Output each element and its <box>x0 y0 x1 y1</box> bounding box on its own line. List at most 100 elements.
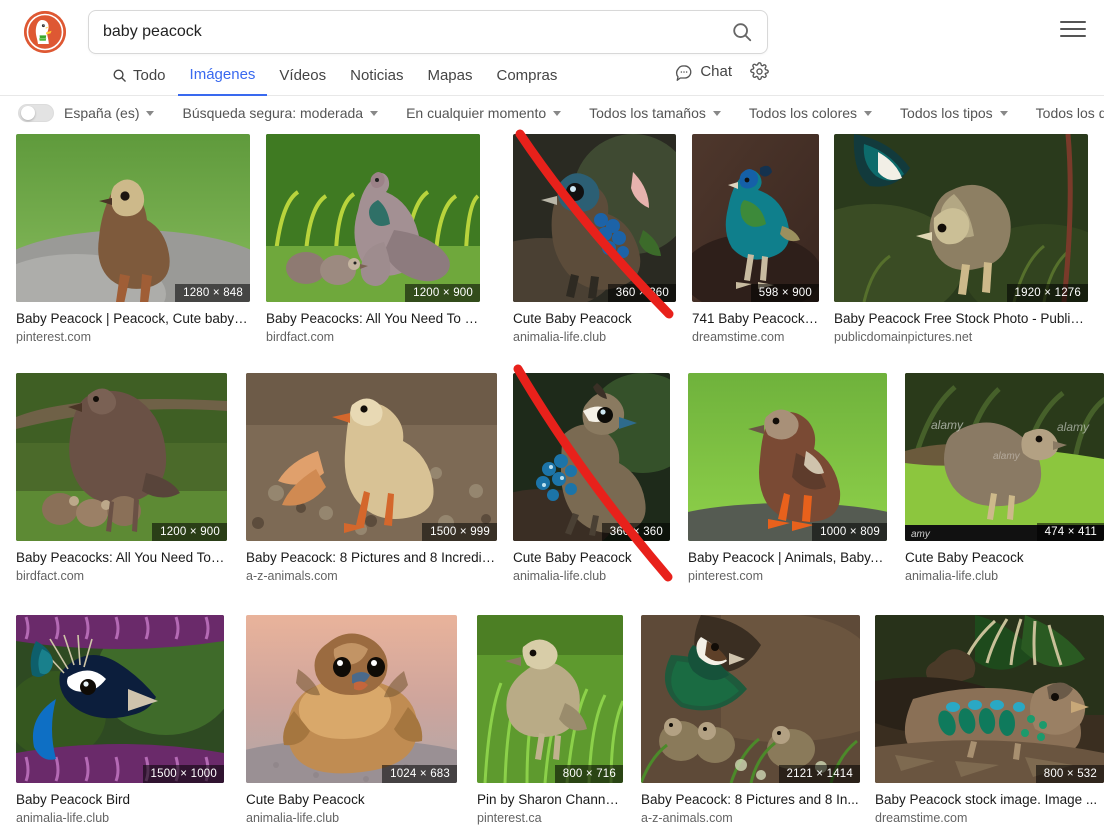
image-result-tile[interactable]: 800 × 716 Pin by Sharon Channel... pinte… <box>477 615 623 826</box>
image-dimensions: 1200 × 900 <box>152 523 227 541</box>
tab-mapas[interactable]: Mapas <box>415 61 484 95</box>
result-domain: dreamstime.com <box>875 810 1104 826</box>
search-input[interactable] <box>89 11 717 53</box>
search-bar[interactable] <box>88 10 768 54</box>
result-title[interactable]: Baby Peacocks: All You Need To K... <box>16 549 227 566</box>
tab-todo[interactable]: Todo <box>100 61 178 95</box>
filter-size[interactable]: Todos los tamaños <box>589 105 721 121</box>
thumbnail-art <box>16 615 224 783</box>
result-title[interactable]: Baby Peacock: 8 Pictures and 8 Incredib.… <box>246 549 497 566</box>
filter-bar: España (es) Búsqueda segura: moderada En… <box>0 96 1104 130</box>
result-title[interactable]: Baby Peacock Free Stock Photo - Public .… <box>834 310 1088 327</box>
image-result-tile[interactable]: 1200 × 900 Baby Peacocks: All You Need T… <box>266 134 480 345</box>
result-domain: animalia-life.club <box>246 810 457 826</box>
thumbnail-art <box>477 615 623 783</box>
chevron-down-icon <box>370 111 378 116</box>
image-result-tile[interactable]: 1920 × 1276 Baby Peacock Free Stock Phot… <box>834 134 1088 345</box>
result-domain: pinterest.com <box>688 568 887 584</box>
image-result-tile[interactable]: 2121 × 1414 Baby Peacock: 8 Pictures and… <box>641 615 860 826</box>
hamburger-menu-icon[interactable] <box>1060 18 1086 40</box>
result-title[interactable]: Baby Peacock Bird <box>16 791 224 808</box>
thumbnail-art <box>875 615 1104 783</box>
result-thumbnail[interactable]: 800 × 532 <box>875 615 1104 783</box>
result-title[interactable]: Baby Peacock: 8 Pictures and 8 In... <box>641 791 860 808</box>
result-thumbnail[interactable]: 360 × 360 <box>513 134 676 302</box>
result-title[interactable]: Cute Baby Peacock <box>246 791 457 808</box>
result-domain: a-z-animals.com <box>641 810 860 826</box>
thumbnail-art <box>16 373 227 541</box>
result-title[interactable]: Baby Peacock stock image. Image ... <box>875 791 1104 808</box>
tab-videos[interactable]: Vídeos <box>267 61 338 95</box>
image-result-tile[interactable]: 1500 × 999 Baby Peacock: 8 Pictures and … <box>246 373 497 584</box>
result-thumbnail[interactable]: 1920 × 1276 <box>834 134 1088 302</box>
image-dimensions: 1500 × 999 <box>422 523 497 541</box>
image-result-tile[interactable]: 1500 × 1000 Baby Peacock Bird animalia-l… <box>16 615 224 826</box>
result-title[interactable]: Baby Peacock | Animals, Baby, ... <box>688 549 887 566</box>
image-dimensions: 800 × 716 <box>555 765 623 783</box>
duckduckgo-logo[interactable] <box>24 11 66 53</box>
filter-safesearch[interactable]: Búsqueda segura: moderada <box>182 105 378 121</box>
image-result-tile[interactable]: 1280 × 848 Baby Peacock | Peacock, Cute … <box>16 134 250 345</box>
filter-layout[interactable]: Todos los d <box>1036 105 1104 121</box>
filter-type[interactable]: Todos los tipos <box>900 105 1008 121</box>
result-thumbnail[interactable]: 1280 × 848 <box>16 134 250 302</box>
image-dimensions: 1000 × 809 <box>812 523 887 541</box>
image-result-tile[interactable]: alamy alamy alamy amy 474 × 411 Cute Bab… <box>905 373 1104 584</box>
chevron-down-icon <box>146 111 154 116</box>
tab-noticias[interactable]: Noticias <box>338 61 415 95</box>
filter-time[interactable]: En cualquier momento <box>406 105 561 121</box>
tab-imagenes[interactable]: Imágenes <box>178 60 268 96</box>
filter-label: Todos los colores <box>749 105 857 121</box>
image-result-tile[interactable]: 800 × 532 Baby Peacock stock image. Imag… <box>875 615 1104 826</box>
result-thumbnail[interactable]: 360 × 360 <box>513 373 670 541</box>
chat-button[interactable]: Chat <box>675 63 732 81</box>
chevron-down-icon <box>553 111 561 116</box>
image-result-tile[interactable]: 1200 × 900 Baby Peacocks: All You Need T… <box>16 373 227 584</box>
result-thumbnail[interactable]: 598 × 900 <box>692 134 819 302</box>
settings-button[interactable] <box>750 62 769 81</box>
image-result-tile[interactable]: 598 × 900 741 Baby Peacock ... dreamstim… <box>692 134 819 345</box>
result-title[interactable]: Pin by Sharon Channel... <box>477 791 623 808</box>
result-title[interactable]: Cute Baby Peacock <box>905 549 1104 566</box>
result-title[interactable]: Baby Peacock | Peacock, Cute baby a... <box>16 310 250 327</box>
filter-label: Todos los d <box>1036 105 1104 121</box>
search-button[interactable] <box>717 11 767 53</box>
filter-color[interactable]: Todos los colores <box>749 105 872 121</box>
results-row: 1200 × 900 Baby Peacocks: All You Need T… <box>0 370 1104 610</box>
result-thumbnail[interactable]: 1000 × 809 <box>688 373 887 541</box>
image-result-tile[interactable]: 1000 × 809 Baby Peacock | Animals, Baby,… <box>688 373 887 584</box>
image-dimensions: 1920 × 1276 <box>1007 284 1088 302</box>
result-thumbnail[interactable]: 1200 × 900 <box>16 373 227 541</box>
result-thumbnail[interactable]: 1200 × 900 <box>266 134 480 302</box>
result-title[interactable]: 741 Baby Peacock ... <box>692 310 819 327</box>
result-title[interactable]: Baby Peacocks: All You Need To Kn... <box>266 310 480 327</box>
image-result-tile[interactable]: 360 × 360 Cute Baby Peacock animalia-lif… <box>513 373 670 584</box>
result-thumbnail[interactable]: 1024 × 683 <box>246 615 457 783</box>
result-thumbnail[interactable]: alamy alamy alamy amy 474 × 411 <box>905 373 1104 541</box>
result-domain: pinterest.com <box>16 329 250 345</box>
result-title[interactable]: Cute Baby Peacock <box>513 310 676 327</box>
image-result-tile[interactable]: 360 × 360 Cute Baby Peacock animalia-lif… <box>513 134 676 345</box>
result-thumbnail[interactable]: 1500 × 999 <box>246 373 497 541</box>
result-domain: animalia-life.club <box>513 568 670 584</box>
image-results-grid: 1280 × 848 Baby Peacock | Peacock, Cute … <box>0 130 1104 835</box>
result-thumbnail[interactable]: 800 × 716 <box>477 615 623 783</box>
image-dimensions: 360 × 360 <box>602 523 670 541</box>
thumbnail-art: alamy alamy alamy amy <box>905 373 1104 541</box>
result-thumbnail[interactable]: 2121 × 1414 <box>641 615 860 783</box>
thumbnail-art <box>16 134 250 302</box>
image-result-tile[interactable]: 1024 × 683 Cute Baby Peacock animalia-li… <box>246 615 457 826</box>
thumbnail-art <box>266 134 480 302</box>
result-domain: pinterest.ca <box>477 810 623 826</box>
toggle-switch-off[interactable] <box>18 104 54 122</box>
result-thumbnail[interactable]: 1500 × 1000 <box>16 615 224 783</box>
thumbnail-art <box>688 373 887 541</box>
filter-label: España (es) <box>64 105 139 121</box>
filter-region[interactable]: España (es) <box>64 105 154 121</box>
filter-label: Todos los tipos <box>900 105 993 121</box>
tab-compras[interactable]: Compras <box>485 61 570 95</box>
chevron-down-icon <box>713 111 721 116</box>
result-title[interactable]: Cute Baby Peacock <box>513 549 670 566</box>
chat-label: Chat <box>700 63 732 80</box>
page-header: Todo Imágenes Vídeos Noticias Mapas Comp… <box>0 0 1104 96</box>
